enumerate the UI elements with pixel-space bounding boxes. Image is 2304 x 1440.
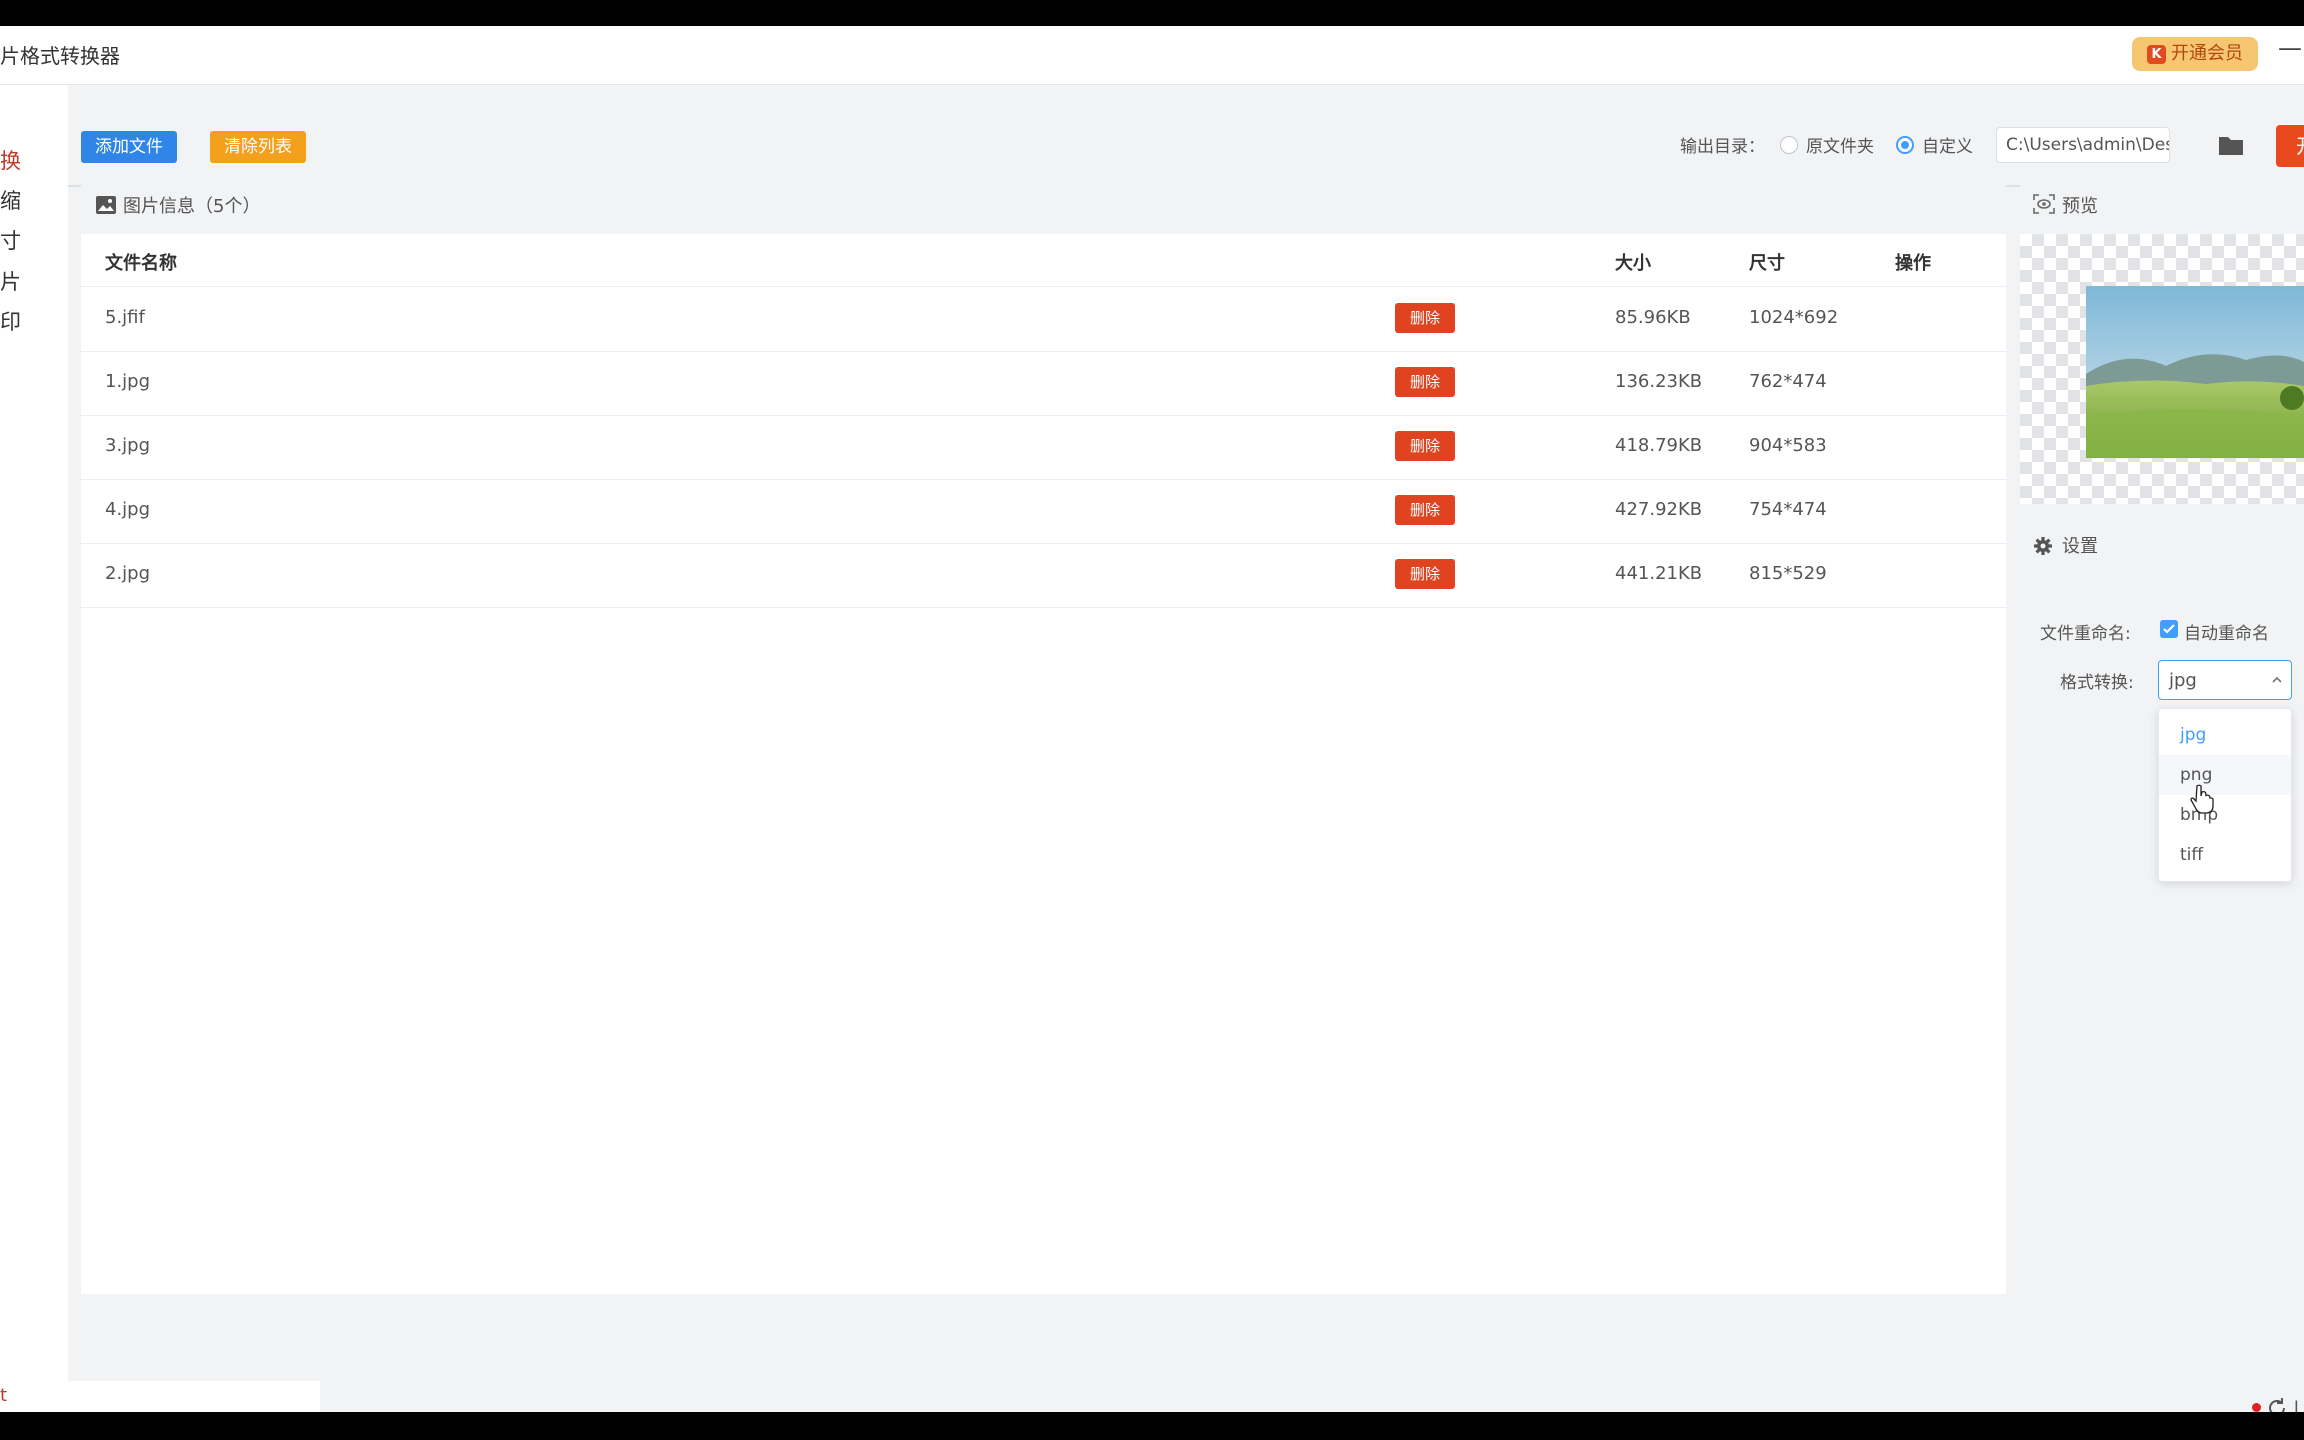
format-option-png[interactable]: png: [2159, 755, 2291, 795]
delete-button[interactable]: 删除: [1395, 559, 1455, 589]
sidebar-item-compress[interactable]: 缩: [0, 185, 21, 215]
table-row: 3.jpg 418.79KB 904*583 删除: [81, 415, 2006, 480]
table-row: 2.jpg 441.21KB 815*529 删除: [81, 543, 2006, 608]
right-panel: 预览 设置 文件重命名: 自动重命名 格式转换: jpg jpg png bmp…: [2020, 176, 2304, 1372]
preview-image: [2086, 286, 2304, 458]
file-name: 1.jpg: [105, 371, 151, 392]
format-option-jpg[interactable]: jpg: [2159, 715, 2291, 755]
column-header-dims: 尺寸: [1749, 253, 1785, 274]
radio-original-folder[interactable]: [1780, 136, 1798, 154]
refresh-icon[interactable]: [2266, 1397, 2288, 1412]
status-left-area: t: [0, 1381, 320, 1412]
file-size: 136.23KB: [1615, 371, 1703, 392]
delete-button[interactable]: 删除: [1395, 431, 1455, 461]
file-list-panel: 图片信息（5个） 文件名称 大小 尺寸 操作 5.jfif 85.96KB 10…: [81, 176, 2006, 1294]
delete-button[interactable]: 删除: [1395, 303, 1455, 333]
radio-custom-label: 自定义: [1922, 137, 1973, 157]
settings-title: 设置: [2062, 536, 2098, 557]
auto-rename-label: 自动重命名: [2184, 624, 2269, 644]
app-title: 片格式转换器: [0, 44, 120, 68]
radio-original-label: 原文件夹: [1806, 137, 1874, 157]
column-header-action: 操作: [1895, 253, 1931, 274]
status-text: t: [0, 1385, 8, 1406]
file-size: 418.79KB: [1615, 435, 1703, 456]
preview-title: 预览: [2062, 196, 2098, 217]
image-icon: [96, 196, 116, 214]
hand-cursor-icon: [2190, 784, 2214, 814]
table-row: 5.jfif 85.96KB 1024*692 删除: [81, 287, 2006, 352]
preview-area: [2020, 234, 2304, 504]
file-dims: 754*474: [1749, 499, 1827, 520]
file-name: 4.jpg: [105, 499, 151, 520]
toolbar: 添加文件 清除列表 输出目录： 原文件夹 自定义 C:\Users\admin\…: [68, 85, 2304, 187]
title-bar: 片格式转换器 K 开通会员 —: [0, 26, 2304, 85]
output-path-input[interactable]: C:\Users\admin\Deskto: [1996, 127, 2170, 163]
file-panel-title: 图片信息（5个）: [123, 196, 261, 217]
format-option-tiff[interactable]: tiff: [2159, 835, 2291, 875]
sidebar-item-convert[interactable]: 换: [0, 145, 21, 175]
file-name: 3.jpg: [105, 435, 151, 456]
vip-label: 开通会员: [2171, 43, 2243, 64]
file-size: 85.96KB: [1615, 307, 1691, 328]
format-select[interactable]: jpg: [2158, 660, 2292, 700]
format-dropdown: jpg png bmp tiff: [2158, 708, 2292, 882]
record-dot-icon: [2252, 1403, 2261, 1412]
add-file-button[interactable]: 添加文件: [81, 131, 177, 163]
sidebar-item-watermark[interactable]: 印: [0, 306, 21, 336]
radio-custom-folder[interactable]: [1896, 136, 1914, 154]
rename-label: 文件重命名:: [2040, 624, 2131, 644]
file-dims: 904*583: [1749, 435, 1827, 456]
auto-rename-checkbox[interactable]: [2160, 620, 2178, 638]
settings-header: 设置: [2020, 516, 2304, 574]
file-panel-header: 图片信息（5个）: [81, 176, 2006, 234]
vip-button[interactable]: K 开通会员: [2132, 37, 2258, 71]
file-size: 427.92KB: [1615, 499, 1703, 520]
delete-button[interactable]: 删除: [1395, 367, 1455, 397]
sidebar-item-resize[interactable]: 寸: [0, 225, 21, 255]
app-window: 片格式转换器 K 开通会员 — 换 缩 寸 片 印 添加文件 清除列表 输出目录…: [0, 26, 2304, 1412]
file-dims: 762*474: [1749, 371, 1827, 392]
start-button[interactable]: 开: [2276, 125, 2304, 167]
table-row: 4.jpg 427.92KB 754*474 删除: [81, 479, 2006, 544]
format-select-value: jpg: [2169, 670, 2197, 691]
column-header-size: 大小: [1615, 253, 1651, 274]
clear-list-button[interactable]: 清除列表: [210, 131, 306, 163]
delete-button[interactable]: 删除: [1395, 495, 1455, 525]
file-dims: 1024*692: [1749, 307, 1839, 328]
file-size: 441.21KB: [1615, 563, 1703, 584]
column-header-name: 文件名称: [105, 253, 177, 274]
minimize-button[interactable]: —: [2278, 34, 2302, 62]
vip-icon: K: [2147, 44, 2166, 64]
format-label: 格式转换:: [2060, 673, 2134, 693]
sidebar-item-image[interactable]: 片: [0, 266, 21, 296]
status-bar: t I: [0, 1381, 2304, 1412]
output-dir-label: 输出目录：: [1680, 137, 1765, 157]
table-row: 1.jpg 136.23KB 762*474 删除: [81, 351, 2006, 416]
file-name: 5.jfif: [105, 307, 145, 328]
chevron-up-icon: [2272, 676, 2282, 683]
status-right-text: I: [2294, 1397, 2299, 1412]
preview-header: 预览: [2020, 176, 2304, 234]
file-dims: 815*529: [1749, 563, 1827, 584]
format-option-bmp[interactable]: bmp: [2159, 795, 2291, 835]
preview-icon: [2033, 194, 2055, 214]
sidebar: 换 缩 寸 片 印: [0, 85, 68, 1381]
gear-icon: [2034, 537, 2052, 555]
file-name: 2.jpg: [105, 563, 151, 584]
table-header: 文件名称 大小 尺寸 操作: [81, 234, 2006, 287]
folder-icon[interactable]: [2218, 133, 2244, 157]
